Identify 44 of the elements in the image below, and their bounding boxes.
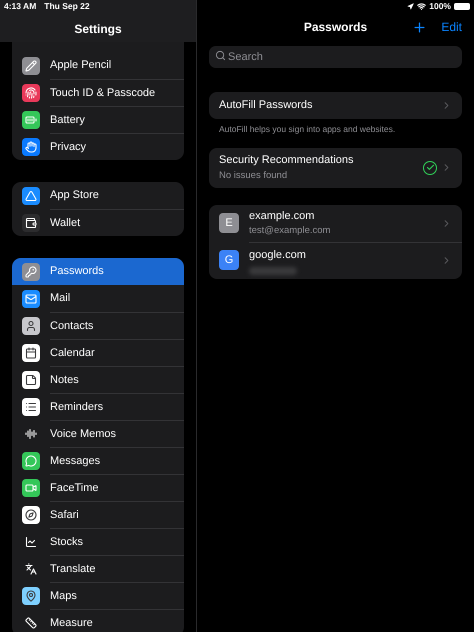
sidebar-item[interactable]: Calendar	[12, 339, 184, 366]
battery-percent: 100%	[429, 0, 451, 13]
sidebar-item[interactable]: Mail	[12, 285, 184, 312]
username: test@example.com	[249, 224, 332, 238]
sidebar-item[interactable]: Passwords	[12, 258, 184, 285]
location-icon	[407, 3, 414, 10]
edit-button[interactable]: Edit	[441, 18, 462, 36]
status-time: 4:13 AM	[4, 0, 36, 13]
sidebar-item[interactable]: Maps	[12, 582, 184, 609]
sidebar-item[interactable]: Privacy	[12, 133, 184, 160]
security-subtitle: No issues found	[219, 168, 288, 183]
sidebar-item[interactable]: Messages	[12, 447, 184, 474]
sidebar-item[interactable]: Safari	[12, 501, 184, 528]
site-avatar: E	[219, 213, 239, 234]
site-name: example.com	[249, 208, 316, 224]
sidebar-item[interactable]: App Store	[12, 182, 184, 209]
security-row[interactable]: Security Recommendations No issues found	[209, 148, 462, 188]
account-row[interactable]: G google.com	[209, 242, 462, 279]
sidebar-item[interactable]: Touch ID & Passcode	[12, 79, 184, 106]
autofill-row[interactable]: AutoFill Passwords	[209, 92, 462, 119]
sidebar-item[interactable]: Contacts	[12, 312, 184, 339]
security-title: Security Recommendations	[219, 153, 355, 168]
sidebar-item[interactable]: Measure	[12, 609, 184, 632]
sidebar-item[interactable]: Voice Memos	[12, 420, 184, 447]
status-date: Thu Sep 22	[44, 0, 90, 13]
sidebar-item[interactable]: Notes	[12, 366, 184, 393]
search-field[interactable]: Search	[209, 46, 462, 68]
site-avatar: G	[219, 250, 239, 270]
sidebar-item[interactable]: FaceTime	[12, 474, 184, 501]
sidebar-title: Settings	[74, 21, 122, 38]
site-name: google.com	[249, 248, 307, 263]
sidebar-item[interactable]: Stocks	[12, 528, 184, 555]
wifi-icon	[417, 2, 426, 11]
search-icon	[215, 50, 226, 60]
account-row[interactable]: E example.com test@example.com	[209, 204, 462, 242]
sidebar-item[interactable]: Wallet	[12, 209, 184, 236]
sidebar-item[interactable]: Translate	[12, 555, 184, 582]
add-button[interactable]	[412, 20, 428, 34]
page-title: Passwords	[304, 19, 368, 36]
sidebar-item[interactable]: Apple Pencil	[12, 52, 184, 79]
autofill-footer: AutoFill helps you sign into apps and websites.	[209, 123, 462, 136]
sidebar-item[interactable]: Reminders	[12, 393, 184, 420]
battery-status-icon	[454, 3, 470, 10]
sidebar-item[interactable]: Battery	[12, 106, 184, 133]
